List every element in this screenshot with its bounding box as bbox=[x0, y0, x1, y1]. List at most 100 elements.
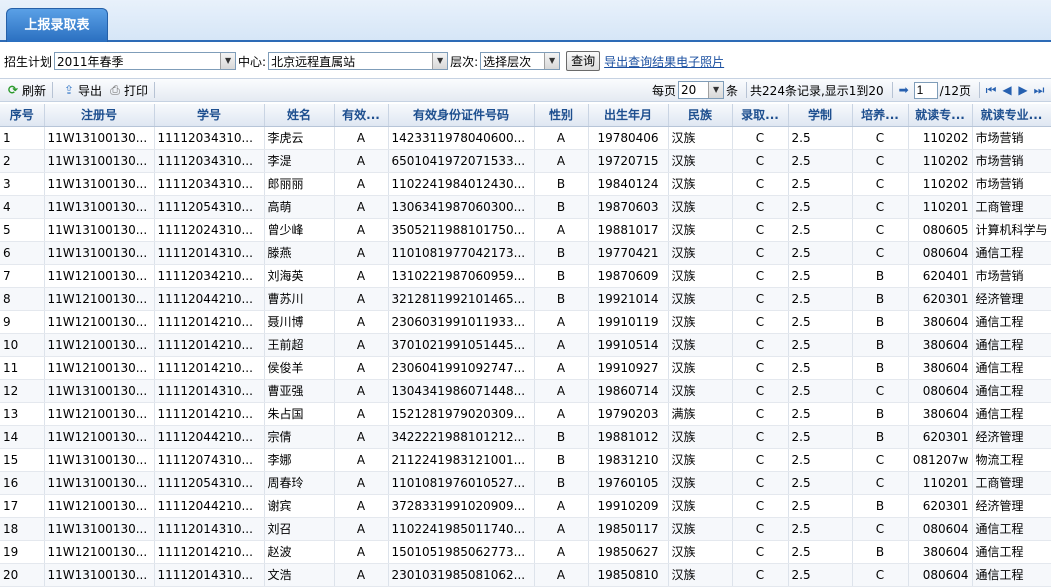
column-header-ethnicity[interactable]: 民族 bbox=[668, 104, 733, 127]
table-row[interactable]: 11 11W12100130... 11112014210... 侯俊羊 A 230604… bbox=[0, 356, 1051, 380]
table-cell-training: B bbox=[852, 425, 909, 449]
table-cell-valid: A bbox=[334, 218, 389, 242]
table-row[interactable]: 16 11W13100130... 11112054310... 周春玲 A 110108… bbox=[0, 471, 1051, 495]
table-cell-ethnicity: 满族 bbox=[668, 402, 733, 426]
table-cell-reg-no: 11W13100130... bbox=[44, 218, 155, 242]
column-header-birth[interactable]: 出生年月 bbox=[588, 104, 669, 127]
table-cell-seq: 10 bbox=[0, 333, 45, 357]
next-page-icon[interactable]: ▶ bbox=[1015, 82, 1031, 98]
table-cell-reg-no: 11W13100130... bbox=[44, 448, 155, 472]
table-cell-admit: C bbox=[732, 402, 789, 426]
first-page-icon[interactable]: ⏮ bbox=[983, 82, 999, 98]
table-cell-id-number: 3422221988101212... bbox=[388, 425, 535, 449]
table-cell-birth: 19910927 bbox=[588, 356, 669, 380]
column-header-name[interactable]: 姓名 bbox=[264, 104, 335, 127]
chevron-down-icon[interactable]: ▼ bbox=[544, 53, 560, 69]
table-row[interactable]: 17 11W12100130... 11112044210... 谢宾 A 3728331… bbox=[0, 494, 1051, 518]
go-arrow-icon[interactable]: ➡ bbox=[896, 82, 912, 98]
plan-select[interactable]: 2011年春季 ▼ bbox=[54, 52, 237, 70]
table-row[interactable]: 12 11W13100130... 11112014310... 曹亚强 A 130434… bbox=[0, 379, 1051, 403]
table-cell-reg-no: 11W13100130... bbox=[44, 241, 155, 265]
table-cell-duration: 2.5 bbox=[788, 287, 853, 311]
chevron-down-icon[interactable]: ▼ bbox=[708, 82, 724, 98]
table-cell-student-no: 11112074310... bbox=[154, 448, 265, 472]
table-cell-gender: A bbox=[534, 333, 589, 357]
level-select[interactable]: 选择层次 ▼ bbox=[480, 52, 561, 70]
table-cell-name: 赵波 bbox=[264, 540, 335, 564]
table-row[interactable]: 3 11W13100130... 11112034310... 郎丽丽 A 1102241… bbox=[0, 172, 1051, 196]
table-cell-name: 王前超 bbox=[264, 333, 335, 357]
table-cell-birth: 19720715 bbox=[588, 149, 669, 173]
table-cell-valid: A bbox=[334, 379, 389, 403]
center-select[interactable]: 北京远程直属站 ▼ bbox=[268, 52, 449, 70]
column-header-reg-no[interactable]: 注册号 bbox=[44, 104, 155, 127]
column-header-major-code[interactable]: 就读专... bbox=[908, 104, 973, 127]
table-cell-name: 高萌 bbox=[264, 195, 335, 219]
table-cell-gender: B bbox=[534, 425, 589, 449]
table-cell-reg-no: 11W13100130... bbox=[44, 563, 155, 587]
table-cell-valid: A bbox=[334, 494, 389, 518]
table-row[interactable]: 6 11W13100130... 11112014310... 滕燕 A 11010819… bbox=[0, 241, 1051, 265]
print-button[interactable]: ⎙ 打印 bbox=[108, 82, 148, 99]
table-row[interactable]: 8 11W12100130... 11112044210... 曹苏川 A 3212811… bbox=[0, 287, 1051, 311]
column-header-student-no[interactable]: 学号 bbox=[154, 104, 265, 127]
column-header-admit[interactable]: 录取... bbox=[732, 104, 789, 127]
table-cell-id-number: 1310221987060959... bbox=[388, 264, 535, 288]
table-row[interactable]: 1 11W13100130... 11112034310... 李虎云 A 1423311… bbox=[0, 126, 1051, 150]
refresh-button[interactable]: ⟳ 刷新 bbox=[6, 82, 46, 99]
last-page-icon[interactable]: ⏭ bbox=[1031, 82, 1047, 98]
table-cell-student-no: 11112014210... bbox=[154, 333, 265, 357]
table-cell-reg-no: 11W13100130... bbox=[44, 149, 155, 173]
export-photos-link[interactable]: 导出查询结果电子照片 bbox=[604, 53, 724, 70]
table-cell-seq: 18 bbox=[0, 517, 45, 541]
table-row[interactable]: 18 11W13100130... 11112014310... 刘召 A 1102241… bbox=[0, 517, 1051, 541]
table-row[interactable]: 4 11W13100130... 11112054310... 高萌 A 13063419… bbox=[0, 195, 1051, 219]
per-page-select[interactable]: 20 ▼ bbox=[678, 81, 725, 99]
table-cell-duration: 2.5 bbox=[788, 218, 853, 242]
table-row[interactable]: 7 11W12100130... 11112034210... 刘海英 A 1310221… bbox=[0, 264, 1051, 288]
table-row[interactable]: 15 11W13100130... 11112074310... 李娜 A 2112241… bbox=[0, 448, 1051, 472]
table-cell-admit: C bbox=[732, 494, 789, 518]
table-row[interactable]: 10 11W12100130... 11112014210... 王前超 A 370102… bbox=[0, 333, 1051, 357]
table-cell-reg-no: 11W13100130... bbox=[44, 379, 155, 403]
chevron-down-icon[interactable]: ▼ bbox=[220, 53, 236, 69]
column-header-seq[interactable]: 序号 bbox=[0, 104, 45, 127]
tab-report-admission[interactable]: 上报录取表 bbox=[6, 8, 108, 42]
column-header-training[interactable]: 培养... bbox=[852, 104, 909, 127]
toolbar-divider bbox=[154, 82, 156, 98]
table-cell-reg-no: 11W13100130... bbox=[44, 172, 155, 196]
table-cell-ethnicity: 汉族 bbox=[668, 264, 733, 288]
column-header-major[interactable]: 就读专业... bbox=[972, 104, 1051, 127]
table-cell-birth: 19881012 bbox=[588, 425, 669, 449]
table-cell-birth: 19850810 bbox=[588, 563, 669, 587]
table-row[interactable]: 13 11W12100130... 11112014210... 朱占国 A 152128… bbox=[0, 402, 1051, 426]
table-row[interactable]: 9 11W12100130... 11112014210... 聂川博 A 2306031… bbox=[0, 310, 1051, 334]
grid-toolbar: ⟳ 刷新 ⇪ 导出 ⎙ 打印 每页 20 ▼ 条 共224条记录,显示1到20 … bbox=[0, 78, 1051, 102]
table-row[interactable]: 14 11W12100130... 11112044210... 宗倩 A 3422221… bbox=[0, 425, 1051, 449]
table-cell-name: 刘召 bbox=[264, 517, 335, 541]
table-row[interactable]: 5 11W13100130... 11112024310... 曾少峰 A 3505211… bbox=[0, 218, 1051, 242]
page-input[interactable] bbox=[913, 81, 938, 99]
column-header-id-number[interactable]: 有效身份证件号码 bbox=[388, 104, 535, 127]
table-cell-major-code: 110202 bbox=[908, 149, 973, 173]
export-button[interactable]: ⇪ 导出 bbox=[62, 82, 102, 99]
table-cell-birth: 19840124 bbox=[588, 172, 669, 196]
table-cell-major: 经济管理 bbox=[972, 494, 1051, 518]
table-row[interactable]: 19 11W12100130... 11112014210... 赵波 A 1501051… bbox=[0, 540, 1051, 564]
column-header-duration[interactable]: 学制 bbox=[788, 104, 853, 127]
per-page-unit: 条 bbox=[726, 83, 739, 98]
table-cell-seq: 8 bbox=[0, 287, 45, 311]
prev-page-icon[interactable]: ◀ bbox=[999, 82, 1015, 98]
table-cell-duration: 2.5 bbox=[788, 195, 853, 219]
table-cell-seq: 2 bbox=[0, 149, 45, 173]
table-cell-reg-no: 11W13100130... bbox=[44, 471, 155, 495]
table-cell-valid: A bbox=[334, 241, 389, 265]
table-cell-valid: A bbox=[334, 402, 389, 426]
chevron-down-icon[interactable]: ▼ bbox=[432, 53, 448, 69]
query-button[interactable]: 查询 bbox=[566, 51, 601, 71]
table-row[interactable]: 20 11W13100130... 11112014310... 文浩 A 2301031… bbox=[0, 563, 1051, 587]
table-cell-training: B bbox=[852, 287, 909, 311]
column-header-valid[interactable]: 有效... bbox=[334, 104, 389, 127]
column-header-gender[interactable]: 性别 bbox=[534, 104, 589, 127]
table-row[interactable]: 2 11W13100130... 11112034310... 李湜 A 65010419… bbox=[0, 149, 1051, 173]
